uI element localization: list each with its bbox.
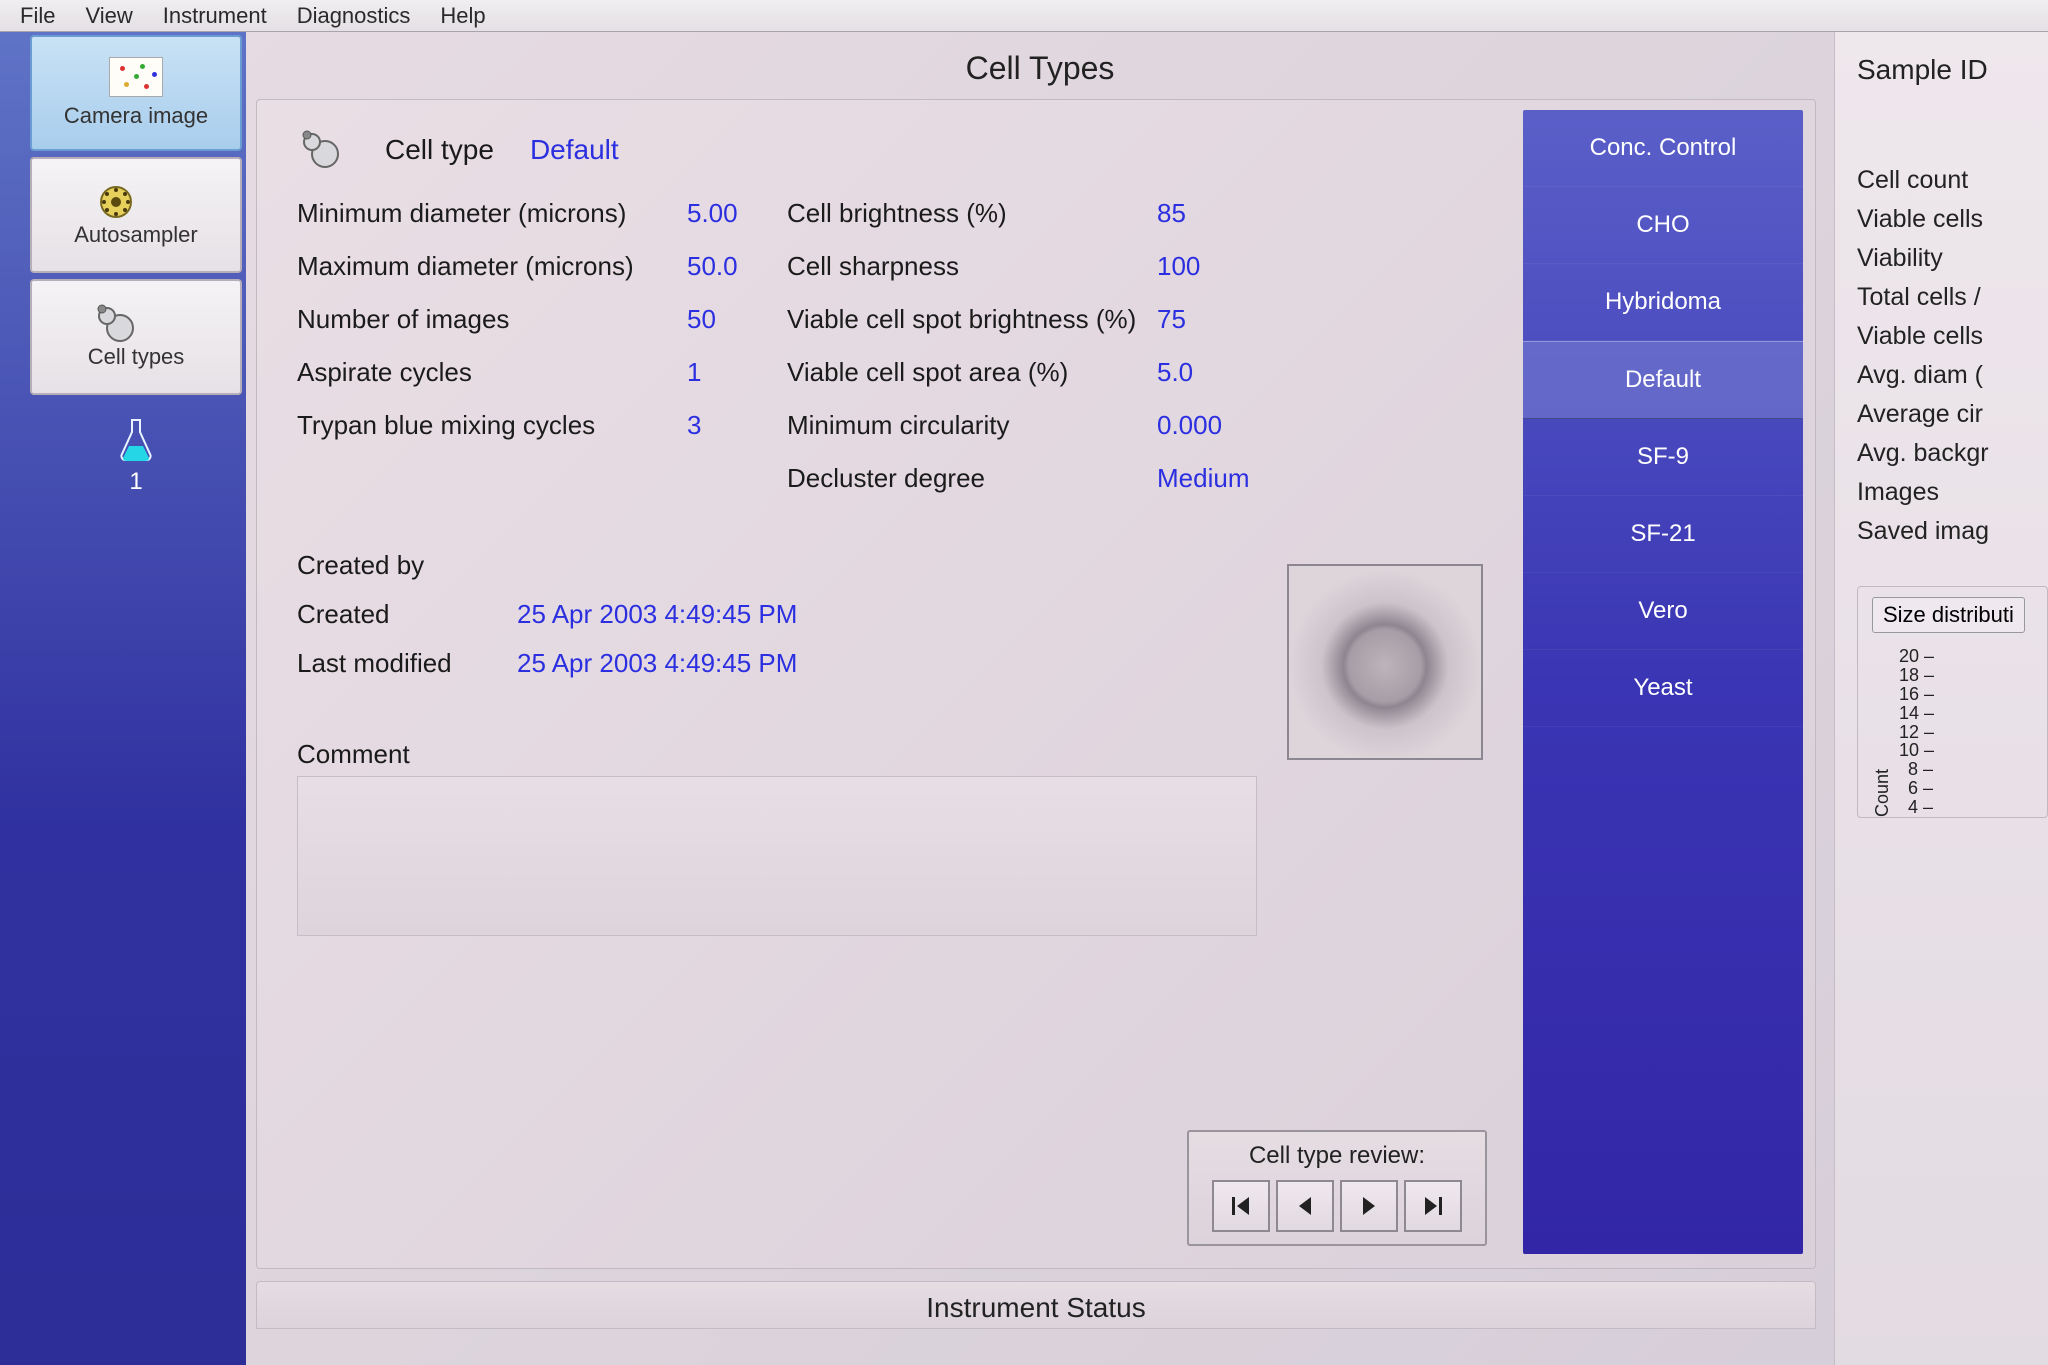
prev-icon (1293, 1194, 1317, 1218)
camera-image-icon (109, 57, 163, 97)
result-metric-label: Saved imag (1857, 517, 2048, 546)
param-value[interactable]: 85 (1157, 198, 1277, 229)
param-label: Cell brightness (%) (787, 198, 1157, 229)
param-label: Maximum diameter (microns) (297, 251, 687, 282)
skip-first-icon (1229, 1194, 1253, 1218)
review-prev-button[interactable] (1276, 1180, 1334, 1232)
result-metric-label: Avg. diam ( (1857, 361, 2048, 390)
cell-type-list-item[interactable]: Vero (1523, 573, 1803, 650)
result-metric-label: Viability (1857, 244, 2048, 273)
cell-type-list: Conc. ControlCHOHybridomaDefaultSF-9SF-2… (1523, 110, 1803, 1254)
chart-y-axis-label: Count (1872, 769, 1893, 817)
param-label: Minimum circularity (787, 410, 1157, 441)
sidebar-item-label: Autosampler (74, 222, 198, 248)
sidebar-item-camera-image[interactable]: Camera image (30, 35, 242, 151)
param-label: Viable cell spot brightness (%) (787, 304, 1157, 335)
size-distribution-button[interactable]: Size distributi (1872, 597, 2025, 633)
result-metric-label: Viable cells (1857, 322, 2048, 351)
param-value[interactable]: 5.0 (1157, 357, 1277, 388)
param-label: Viable cell spot area (%) (787, 357, 1157, 388)
sidebar-item-autosampler[interactable]: Autosampler (30, 157, 242, 273)
param-label: Aspirate cycles (297, 357, 687, 388)
sidebar: Camera image Autosampler Cell types 1 (26, 32, 246, 1365)
param-value[interactable]: 0.000 (1157, 410, 1277, 441)
review-title: Cell type review: (1199, 1142, 1475, 1170)
right-results-panel: Sample ID Cell count Viable cells Viabilit… (1834, 32, 2048, 1365)
cell-type-header-icon (297, 130, 345, 170)
panel-title: Cell Types (246, 32, 1834, 99)
cell-type-list-item[interactable]: SF-9 (1523, 419, 1803, 496)
flask-icon (118, 418, 154, 462)
cell-type-list-item[interactable]: Conc. Control (1523, 110, 1803, 187)
flask-count: 1 (129, 468, 142, 496)
param-label: Trypan blue mixing cycles (297, 410, 687, 441)
param-value[interactable]: 3 (687, 410, 787, 441)
result-metric-label: Total cells / (1857, 283, 2048, 312)
param-value[interactable]: 50.0 (687, 251, 787, 282)
param-label: Decluster degree (787, 463, 1157, 494)
cell-type-list-item[interactable]: Default (1523, 341, 1803, 419)
menu-instrument[interactable]: Instrument (163, 3, 267, 29)
created-by-label: Created by (297, 550, 517, 581)
cell-preview-image (1287, 564, 1483, 760)
size-distribution-panel: Size distributi Count 20 –18 –16 –14 –12… (1857, 586, 2048, 818)
cell-type-list-item[interactable]: SF-21 (1523, 496, 1803, 573)
param-label: Cell sharpness (787, 251, 1157, 282)
review-first-button[interactable] (1212, 1180, 1270, 1232)
skip-last-icon (1421, 1194, 1445, 1218)
last-modified-label: Last modified (297, 648, 517, 679)
param-value[interactable]: 75 (1157, 304, 1277, 335)
sidebar-item-cell-types[interactable]: Cell types (30, 279, 242, 395)
result-metric-label: Cell count (1857, 166, 2048, 195)
menu-help[interactable]: Help (440, 3, 485, 29)
param-value[interactable]: 1 (687, 357, 787, 388)
cell-type-list-item[interactable]: CHO (1523, 187, 1803, 264)
sidebar-item-label: Cell types (88, 344, 185, 370)
comment-textarea[interactable] (297, 776, 1257, 936)
sample-id-label: Sample ID (1857, 54, 2048, 86)
cell-types-panel: Cell type Default Minimum diameter (micr… (256, 99, 1816, 1269)
cell-type-list-item[interactable]: Yeast (1523, 650, 1803, 727)
result-metric-label: Images (1857, 478, 2048, 507)
cell-type-label: Cell type (385, 134, 494, 166)
param-value[interactable]: 5.00 (687, 198, 787, 229)
parameter-grid: Minimum diameter (microns) 5.00 Cell bri… (297, 198, 1489, 494)
created-value: 25 Apr 2003 4:49:45 PM (517, 599, 797, 630)
cell-types-icon (92, 304, 140, 344)
result-metric-label: Avg. backgr (1857, 439, 2048, 468)
menubar: File View Instrument Diagnostics Help (0, 0, 2048, 32)
review-next-button[interactable] (1340, 1180, 1398, 1232)
menu-view[interactable]: View (85, 3, 132, 29)
chart-y-ticks: 20 –18 –16 –14 –12 –10 –8 –6 –4 – (1899, 647, 1939, 817)
created-label: Created (297, 599, 517, 630)
param-label: Number of images (297, 304, 687, 335)
cell-type-review-panel: Cell type review: (1187, 1130, 1487, 1246)
result-metric-label: Viable cells (1857, 205, 2048, 234)
param-value[interactable]: 100 (1157, 251, 1277, 282)
menu-file[interactable]: File (20, 3, 55, 29)
next-icon (1357, 1194, 1381, 1218)
menu-diagnostics[interactable]: Diagnostics (297, 3, 411, 29)
sidebar-item-label: Camera image (64, 103, 208, 129)
instrument-status-panel-title: Instrument Status (256, 1281, 1816, 1329)
review-last-button[interactable] (1404, 1180, 1462, 1232)
sidebar-item-flask[interactable]: 1 (26, 402, 246, 512)
left-gutter (0, 32, 26, 1365)
param-value[interactable]: 50 (687, 304, 787, 335)
param-value[interactable]: Medium (1157, 463, 1277, 494)
param-label: Minimum diameter (microns) (297, 198, 687, 229)
cell-type-value[interactable]: Default (530, 134, 619, 166)
cell-type-list-item[interactable]: Hybridoma (1523, 264, 1803, 341)
result-metric-label: Average cir (1857, 400, 2048, 429)
autosampler-icon (92, 182, 140, 222)
last-modified-value: 25 Apr 2003 4:49:45 PM (517, 648, 797, 679)
